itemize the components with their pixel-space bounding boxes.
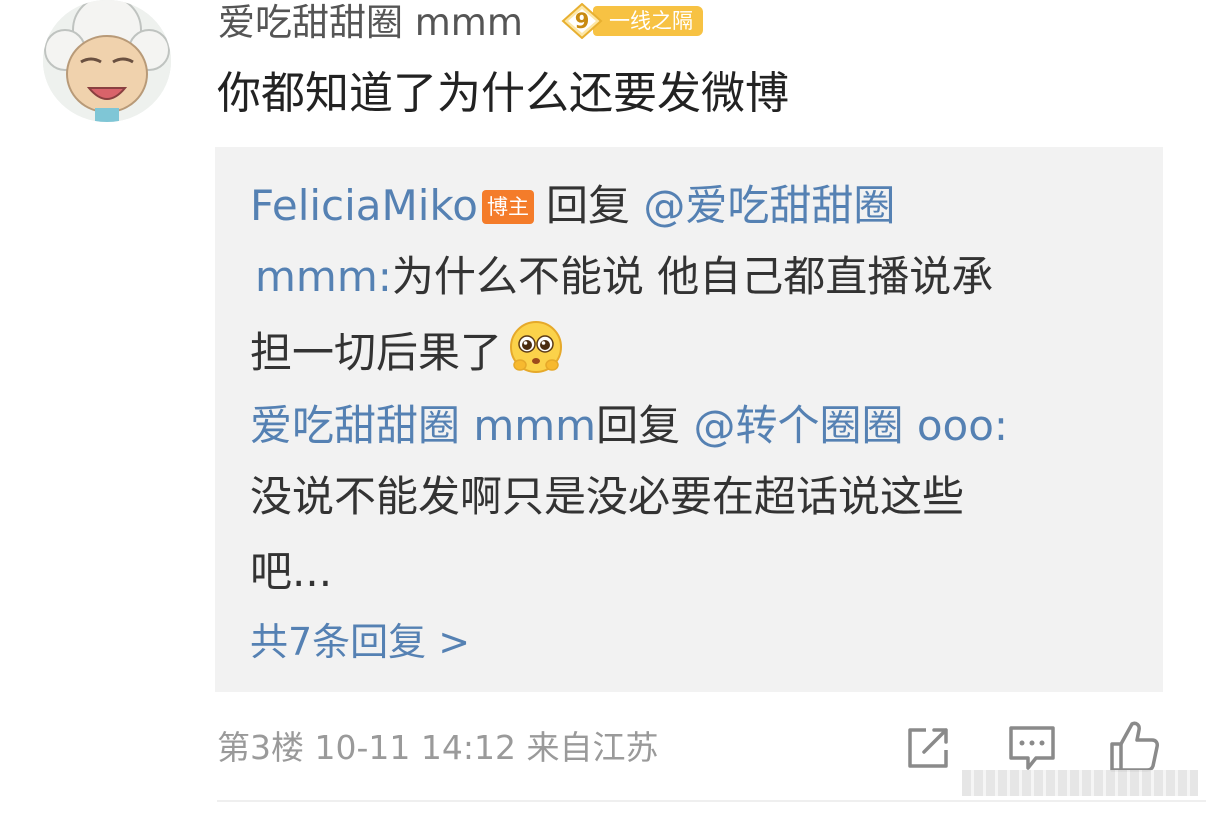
fan-badge-label: 一线之隔 <box>593 6 703 36</box>
share-icon <box>908 728 948 768</box>
reply-2-header: 爱吃甜甜圈 mmm回复 @转个圈圈 ooo: <box>250 397 1008 455</box>
reply-preview-box[interactable]: FeliciaMiko 博主 回复 @爱吃甜甜圈 mmm:为什么不能说 他自己都直播… <box>215 147 1163 692</box>
comment-icon <box>1009 726 1055 770</box>
comment-datetime: 10-11 14:12 <box>314 728 516 767</box>
fan-badge[interactable]: 9 一线之隔 <box>561 3 703 39</box>
reply-1-text-1: 为什么不能说 他自己都直播说承 <box>391 252 994 301</box>
comment-username[interactable]: 爱吃甜甜圈 mmm <box>218 0 523 46</box>
floor-label: 第3楼 <box>217 728 304 767</box>
more-replies-link[interactable]: 共7条回复 > <box>250 617 470 667</box>
like-button[interactable] <box>1108 718 1160 772</box>
reply-2-author[interactable]: 爱吃甜甜圈 mmm <box>250 401 596 450</box>
reply-1-line-2: mmm:为什么不能说 他自己都直播说承 <box>255 248 993 306</box>
fan-level-badge: 9 <box>561 3 603 39</box>
comment-location: 来自江苏 <box>526 728 659 767</box>
reply-2-line-3: 吧... <box>250 543 332 601</box>
comment-card: 爱吃甜甜圈 mmm 9 一线之隔 你都知道了为什么还要发微博 FeliciaMi… <box>0 0 1206 813</box>
op-badge: 博主 <box>481 190 534 224</box>
reply-2-text-1: 没说不能发啊只是没必要在超话说这些 <box>250 472 965 521</box>
thumbs-up-icon <box>1110 721 1159 772</box>
comment-meta: 第3楼 10-11 14:12 来自江苏 <box>217 726 658 770</box>
avatar[interactable] <box>43 0 171 122</box>
reply-2-line-2: 没说不能发啊只是没必要在超话说这些 <box>250 468 964 526</box>
reply-1-mention-cont[interactable]: mmm: <box>255 252 392 301</box>
reply-2-text-2: 吧... <box>250 547 333 596</box>
reply-1-author[interactable]: FeliciaMiko <box>250 181 478 230</box>
reply-1-header: FeliciaMiko 博主 回复 @爱吃甜甜圈 <box>250 177 895 235</box>
comment-text: 你都知道了为什么还要发微博 <box>217 68 789 119</box>
reply-1-line-3: 担一切后果了 <box>250 319 564 382</box>
reply-2-reply-word: 回复 <box>596 401 681 450</box>
bottom-divider <box>217 800 1206 802</box>
reply-1-mention[interactable]: @爱吃甜甜圈 <box>643 181 895 230</box>
pleading-face-icon <box>508 319 564 375</box>
share-button[interactable] <box>902 722 954 774</box>
reply-1-reply-word: 回复 <box>545 181 630 230</box>
comment-button[interactable] <box>1006 722 1058 774</box>
avatar-image <box>43 0 171 122</box>
reply-2-mention[interactable]: @转个圈圈 ooo: <box>693 401 1008 450</box>
reply-1-text-2: 担一切后果了 <box>250 328 503 377</box>
fan-level-number: 9 <box>574 9 590 33</box>
watermark <box>962 770 1198 796</box>
